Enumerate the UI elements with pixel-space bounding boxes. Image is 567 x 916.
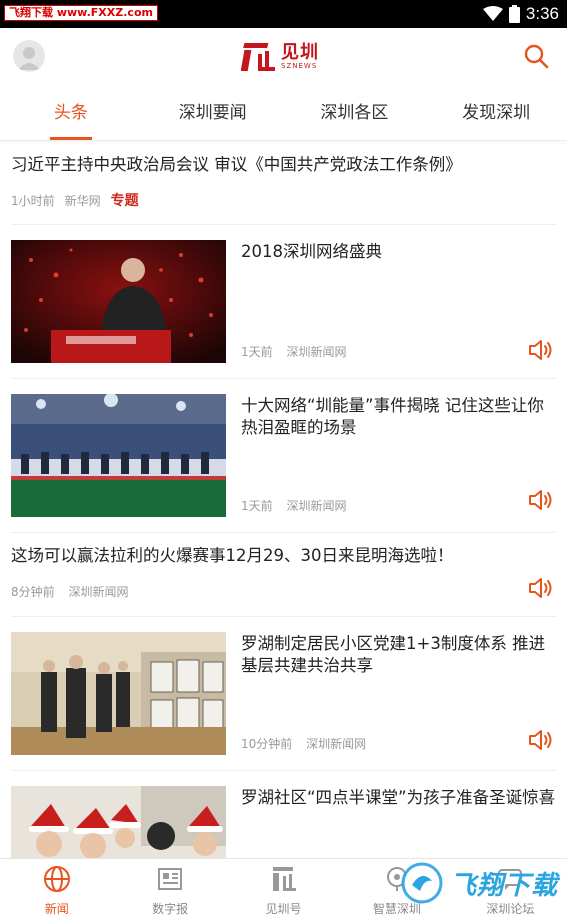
- nav-label: 数字报: [152, 902, 189, 916]
- tab-headlines[interactable]: 头条: [0, 86, 142, 140]
- news-meta: 1天前 深圳新闻网: [241, 497, 356, 514]
- news-meta: 8分钟前 深圳新闻网: [11, 583, 138, 600]
- globe-icon: [43, 866, 70, 892]
- newspaper-icon: [158, 868, 183, 890]
- news-title: 2018深圳网络盛典: [241, 242, 382, 261]
- speaker-icon[interactable]: [528, 577, 554, 599]
- nav-label: 见圳号: [265, 902, 302, 916]
- app-header: 见圳 SZNEWS: [0, 28, 567, 86]
- logo-text: 见圳: [281, 42, 319, 63]
- bottom-navigation: 新闻 数字报 见圳号 智慧深圳 深圳论坛: [0, 858, 567, 916]
- news-title: 罗湖制定居民小区党建1+3制度体系 推进基层共建共治共享: [241, 634, 546, 675]
- news-meta: 1小时前 新华网 专题: [11, 190, 149, 210]
- status-icons: 3:36: [482, 3, 559, 25]
- app-logo: 见圳 SZNEWS: [241, 40, 319, 74]
- tab-label: 头条: [53, 103, 88, 123]
- nav-label: 智慧深圳: [372, 902, 421, 916]
- news-source: 深圳新闻网: [68, 585, 129, 599]
- sz-logo-mark-icon: [241, 43, 275, 71]
- nav-digital-paper[interactable]: 数字报: [113, 859, 226, 916]
- tab-shenzhen-news[interactable]: 深圳要闻: [142, 86, 284, 140]
- logo-subtext: SZNEWS: [281, 62, 318, 70]
- news-source: 深圳新闻网: [306, 737, 367, 751]
- avatar[interactable]: [13, 40, 45, 72]
- status-bar: 飞翔下载 www.FXXZ.com 3:36: [0, 0, 567, 28]
- forum-icon: [498, 869, 523, 890]
- news-title: 这场可以赢法拉利的火爆赛事12月29、30日来昆明海选啦！: [11, 546, 454, 565]
- speaker-icon[interactable]: [528, 339, 554, 361]
- speaker-icon[interactable]: [528, 489, 554, 511]
- nav-label: 深圳论坛: [486, 902, 535, 916]
- nav-smart-shenzhen[interactable]: 智慧深圳: [340, 859, 453, 916]
- news-time: 1小时前: [11, 193, 55, 208]
- user-icon: [18, 47, 40, 70]
- news-source: 深圳新闻网: [286, 345, 347, 359]
- tab-label: 发现深圳: [462, 103, 531, 123]
- tab-label: 深圳要闻: [178, 103, 247, 123]
- news-source: 新华网: [64, 193, 101, 208]
- news-item[interactable]: 习近平主持中央政治局会议 审议《中国共产党政法工作条例》 1小时前 新华网 专题: [11, 142, 556, 225]
- watermark-badge: 飞翔下载 www.FXXZ.com: [4, 5, 158, 21]
- news-time: 8分钟前: [11, 585, 55, 599]
- news-feed: 习近平主持中央政治局会议 审议《中国共产党政法工作条例》 1小时前 新华网 专题: [0, 142, 567, 916]
- nav-jianzhen-account[interactable]: 见圳号: [227, 859, 340, 916]
- news-meta: 10分钟前 深圳新闻网: [241, 735, 376, 752]
- wifi-icon: [482, 6, 503, 21]
- tab-label: 深圳各区: [320, 103, 389, 123]
- nav-shenzhen-forum[interactable]: 深圳论坛: [454, 859, 567, 916]
- smart-city-icon: [386, 867, 407, 891]
- tab-shenzhen-districts[interactable]: 深圳各区: [284, 86, 426, 140]
- nav-label: 新闻: [44, 902, 69, 916]
- news-title: 十大网络“圳能量”事件揭晓 记住这些让你热泪盈眶的场景: [241, 396, 544, 437]
- sz-logo-icon: [272, 867, 296, 891]
- news-thumbnail: [11, 394, 226, 517]
- news-title: 罗湖社区“四点半课堂”为孩子准备圣诞惊喜: [241, 788, 556, 807]
- news-time: 1天前: [241, 345, 273, 359]
- channel-tabs: 头条 深圳要闻 深圳各区 发现深圳: [0, 86, 567, 141]
- search-icon[interactable]: [523, 43, 549, 69]
- news-item[interactable]: 十大网络“圳能量”事件揭晓 记住这些让你热泪盈眶的场景 1天前 深圳新闻网: [11, 379, 556, 533]
- news-title: 习近平主持中央政治局会议 审议《中国共产党政法工作条例》: [11, 155, 462, 174]
- news-meta: 1天前 深圳新闻网: [241, 343, 356, 360]
- news-item[interactable]: 罗湖制定居民小区党建1+3制度体系 推进基层共建共治共享 10分钟前 深圳新闻网: [11, 617, 556, 771]
- nav-news[interactable]: 新闻: [0, 859, 113, 916]
- speaker-icon[interactable]: [528, 729, 554, 751]
- news-thumbnail: [11, 240, 226, 363]
- battery-icon: [508, 5, 520, 23]
- active-tab-indicator: [49, 137, 92, 140]
- news-time: 10分钟前: [241, 737, 293, 751]
- news-source: 深圳新闻网: [286, 499, 347, 513]
- news-item[interactable]: 这场可以赢法拉利的火爆赛事12月29、30日来昆明海选啦！ 8分钟前 深圳新闻网: [11, 533, 556, 617]
- status-time: 3:36: [525, 4, 559, 23]
- news-item[interactable]: 2018深圳网络盛典 1天前 深圳新闻网: [11, 225, 556, 379]
- tab-discover-shenzhen[interactable]: 发现深圳: [425, 86, 567, 140]
- news-thumbnail: [11, 632, 226, 755]
- news-time: 1天前: [241, 499, 273, 513]
- topic-tag[interactable]: 专题: [111, 190, 139, 210]
